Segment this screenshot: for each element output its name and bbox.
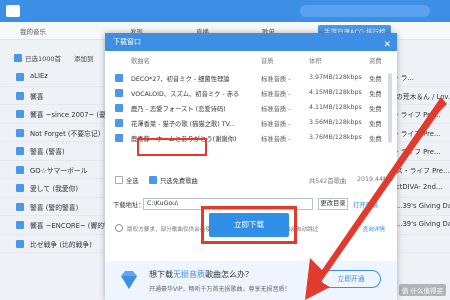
song-checkbox[interactable] (115, 119, 123, 127)
quality-select[interactable]: 标准音质 - (261, 119, 301, 128)
col-name: 歌曲名 (131, 58, 150, 65)
download-dialog: 下载窗口 ✕ 歌曲名 音质 体积 资费 DECO*27、初音ミク - 细菌性理論… (105, 33, 397, 300)
quality-select[interactable]: 标准音质 - (261, 89, 301, 98)
song-checkbox[interactable] (115, 134, 123, 142)
download-dir-label: 下载地址： (113, 202, 145, 209)
song-checkbox[interactable] (115, 104, 123, 112)
checkbox[interactable] (16, 202, 24, 211)
col-fee: 资费 (369, 58, 382, 65)
quality-select[interactable]: 标准音质 - (261, 134, 301, 143)
song-row[interactable]: DECO*27、初音ミク - 细菌性理論 标准音质 - 3.97MB/128kb… (113, 71, 385, 85)
dialog-title: 下载窗口 ✕ (105, 33, 397, 51)
select-all-checkbox[interactable] (115, 176, 123, 184)
vip-promo: 想下载无损音质歌曲怎么办？ 开通豪华VIP，畅听千万首无损歌曲，尊享无损音质！ … (105, 261, 397, 300)
song-checkbox[interactable] (115, 89, 123, 97)
app-logo (6, 5, 20, 17)
song-row[interactable]: 花澤香菜 - 猫子の歌 (猫猫之歌) TV... 标准音质 - 3.56MB/1… (113, 116, 385, 130)
selected-count[interactable]: 已选1000首 (14, 53, 61, 65)
promo-title: 想下载无损音质歌曲怎么办？ (149, 270, 253, 279)
quality-select[interactable]: 标准音质 - (261, 104, 301, 113)
col-quality: 音质 (261, 58, 274, 65)
tab-my-music[interactable]: 我的音乐 (20, 26, 46, 36)
diamond-icon (121, 271, 137, 289)
watermark: 值 什么值得买 (398, 284, 446, 296)
checkbox[interactable] (16, 165, 24, 174)
scrollbar[interactable] (388, 73, 392, 143)
search-input[interactable] (300, 5, 430, 17)
checkbox[interactable] (16, 73, 24, 81)
select-all-label[interactable]: 全选 (126, 176, 139, 185)
open-vip-button[interactable]: 立即开通 (321, 270, 381, 288)
free-only-label[interactable]: 只选免费歌曲 (160, 176, 198, 185)
promo-subtitle: 开通豪华VIP，畅听千万首无损歌曲，尊享无损音质！ (149, 286, 291, 293)
total-size: 2019.44MB (357, 176, 393, 183)
app-titlebar (0, 0, 450, 22)
close-icon[interactable]: ✕ (383, 36, 391, 54)
free-only-checkbox[interactable] (149, 176, 157, 184)
free-only-highlight (137, 138, 207, 156)
selection-row: 全选 只选免费歌曲 共542首歌曲 2019.44MB (113, 173, 393, 187)
song-row[interactable]: 鹿乃 - 恋愛フォースト (恋爱诗码) 标准音质 - 4.11MB/128kbp… (113, 101, 385, 115)
checkbox[interactable] (16, 128, 24, 137)
column-headers: 歌曲名 音质 体积 资费 (113, 55, 385, 67)
checkbox[interactable] (16, 110, 24, 118)
checkbox[interactable] (16, 184, 24, 192)
col-size: 体积 (309, 58, 322, 65)
checkbox[interactable] (16, 239, 24, 248)
download-button-highlight (201, 206, 297, 244)
checkbox[interactable] (16, 91, 24, 100)
checkbox[interactable] (16, 147, 24, 155)
info-icon (115, 224, 123, 232)
check-icon (14, 54, 22, 62)
total-count: 共542首歌曲 (309, 178, 347, 185)
quality-select[interactable]: 标准音质 - (261, 74, 301, 83)
add-to-button[interactable]: 添加到 (74, 53, 94, 65)
checkbox[interactable] (16, 221, 24, 229)
change-dir-button[interactable]: 更改目录 (318, 198, 348, 210)
song-checkbox[interactable] (115, 74, 123, 82)
song-row[interactable]: VOCALOID、スズム、初音ミク - 赤る 标准音质 - 4.15MB/128… (113, 86, 385, 100)
open-dir-link[interactable]: 打开目录 (353, 200, 378, 209)
details-link[interactable]: 查询详情 (363, 225, 385, 233)
